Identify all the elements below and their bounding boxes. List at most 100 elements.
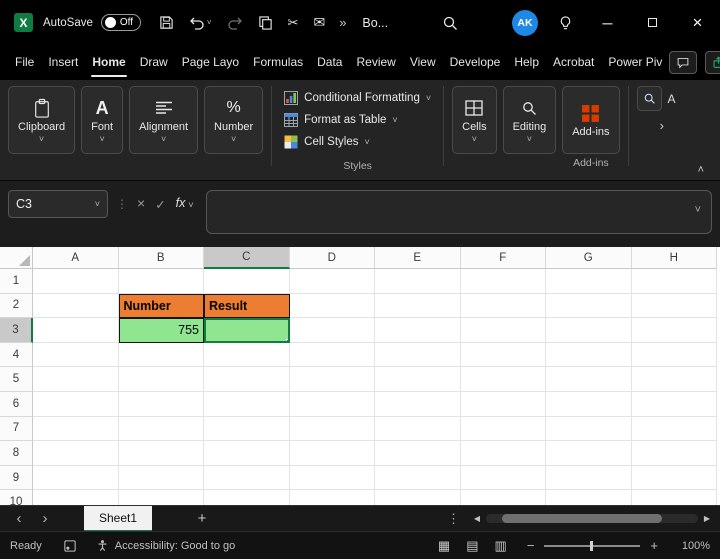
addins-button[interactable]: Add-ins xyxy=(562,86,620,154)
cell-C5[interactable] xyxy=(204,367,290,392)
cell-A1[interactable] xyxy=(33,269,119,294)
ribbon-overflow-chevron[interactable]: › xyxy=(660,118,664,133)
editing-group-button[interactable]: Editing ˅ xyxy=(502,86,557,154)
macro-record-icon[interactable] xyxy=(64,539,76,552)
cell-E8[interactable] xyxy=(375,441,461,466)
cell-E3[interactable] xyxy=(375,318,461,343)
cell-E5[interactable] xyxy=(375,367,461,392)
zoom-slider[interactable] xyxy=(544,540,641,551)
autosave-toggle[interactable]: Off xyxy=(100,14,141,31)
cell-E10[interactable] xyxy=(375,490,461,505)
cell-F6[interactable] xyxy=(460,391,546,417)
fill-handle[interactable] xyxy=(285,338,288,341)
column-header-F[interactable]: F xyxy=(460,247,546,269)
cell-F9[interactable] xyxy=(460,465,546,491)
zoom-out-button[interactable]: − xyxy=(527,538,535,553)
cell-E9[interactable] xyxy=(375,465,461,491)
cell-F2[interactable] xyxy=(460,293,546,319)
cell-H2[interactable] xyxy=(631,293,717,319)
cell-F7[interactable] xyxy=(460,416,546,442)
cell-B3[interactable]: 755 xyxy=(118,318,204,343)
cell-C9[interactable] xyxy=(204,465,290,491)
cell-D6[interactable] xyxy=(289,391,375,417)
cell-E2[interactable] xyxy=(375,293,461,319)
menu-tab-formulas[interactable]: Formulas xyxy=(248,45,308,80)
avatar[interactable]: AK xyxy=(512,9,539,36)
cut-icon[interactable]: ✂ xyxy=(288,15,299,31)
cell-B2[interactable]: Number xyxy=(118,293,204,319)
enter-icon[interactable]: ✓ xyxy=(155,197,165,212)
column-header-D[interactable]: D xyxy=(289,247,375,269)
row-header-6[interactable]: 6 xyxy=(0,391,33,417)
cell-G1[interactable] xyxy=(546,269,632,294)
cell-H1[interactable] xyxy=(631,269,717,294)
formula-input[interactable]: ˅ xyxy=(205,190,712,234)
menu-tab-page-layo[interactable]: Page Layo xyxy=(177,45,244,80)
analyze-data-button[interactable] xyxy=(636,86,662,111)
column-header-B[interactable]: B xyxy=(118,247,204,269)
cancel-icon[interactable]: × xyxy=(137,195,145,211)
row-header-5[interactable]: 5 xyxy=(0,367,33,392)
cell-G3[interactable] xyxy=(546,318,632,343)
cell-G7[interactable] xyxy=(546,416,632,442)
conditional-formatting-button[interactable]: Conditional Formatting ˅ xyxy=(280,87,435,109)
cell-A7[interactable] xyxy=(33,416,119,442)
cell-F1[interactable] xyxy=(460,269,546,294)
cell-G8[interactable] xyxy=(546,441,632,466)
cell-A2[interactable] xyxy=(33,293,119,319)
more-commands-icon[interactable]: » xyxy=(339,15,346,30)
menu-tab-power-piv[interactable]: Power Piv xyxy=(603,45,667,80)
cell-B1[interactable] xyxy=(118,269,204,294)
close-button[interactable]: × xyxy=(675,0,720,45)
sheet-nav-left-icon[interactable]: ‹ xyxy=(6,510,32,527)
cell-styles-button[interactable]: Cell Styles ˅ xyxy=(280,131,435,153)
select-all-corner[interactable] xyxy=(0,247,33,269)
cell-B10[interactable] xyxy=(119,490,204,505)
scroll-left-icon[interactable]: ◀ xyxy=(470,514,484,523)
excel-logo-icon[interactable]: X xyxy=(14,13,33,32)
cell-G10[interactable] xyxy=(546,490,632,505)
collapse-ribbon-icon[interactable]: ˄ xyxy=(698,164,704,176)
menu-tab-develope[interactable]: Develope xyxy=(445,45,506,80)
cell-E6[interactable] xyxy=(375,391,461,417)
cell-C7[interactable] xyxy=(204,416,290,442)
cell-C10[interactable] xyxy=(204,490,290,505)
format-as-table-button[interactable]: Format as Table ˅ xyxy=(280,109,435,131)
comments-button[interactable] xyxy=(669,51,698,74)
cell-G2[interactable] xyxy=(546,293,632,319)
column-header-A[interactable]: A xyxy=(33,247,119,269)
cell-E1[interactable] xyxy=(375,269,461,294)
alignment-group-button[interactable]: Alignment ˅ xyxy=(129,86,199,154)
cell-G9[interactable] xyxy=(546,465,632,491)
menu-tab-insert[interactable]: Insert xyxy=(43,45,83,80)
scroll-right-icon[interactable]: ▶ xyxy=(700,514,714,523)
document-title[interactable]: Bo... xyxy=(362,16,388,30)
cell-A10[interactable] xyxy=(33,490,119,505)
cell-H6[interactable] xyxy=(631,391,717,417)
search-icon[interactable] xyxy=(442,15,458,31)
cell-C2[interactable]: Result xyxy=(204,293,290,319)
cell-F3[interactable] xyxy=(460,318,546,343)
row-header-7[interactable]: 7 xyxy=(0,416,33,442)
insert-function-button[interactable]: fx ˅ xyxy=(176,196,194,210)
scrollbar-track[interactable] xyxy=(486,514,698,523)
page-layout-view-icon[interactable]: ▤ xyxy=(466,538,478,554)
cell-C6[interactable] xyxy=(204,391,290,417)
row-header-4[interactable]: 4 xyxy=(0,342,33,368)
cell-E4[interactable] xyxy=(375,342,461,368)
cell-D10[interactable] xyxy=(290,490,375,505)
cell-F8[interactable] xyxy=(460,441,546,466)
minimize-button[interactable]: ─ xyxy=(585,0,630,45)
sheet-options-dots-icon[interactable]: ⋮ xyxy=(447,511,460,527)
cell-B5[interactable] xyxy=(118,367,204,392)
row-header-2[interactable]: 2 xyxy=(0,293,33,319)
cell-C3[interactable] xyxy=(204,318,290,343)
cell-H4[interactable] xyxy=(631,342,717,368)
row-header-10[interactable]: 10 xyxy=(0,490,33,505)
number-group-button[interactable]: % Number ˅ xyxy=(204,86,264,154)
cell-B9[interactable] xyxy=(118,465,204,491)
cell-A5[interactable] xyxy=(33,367,119,392)
cell-C8[interactable] xyxy=(204,441,290,466)
cell-A6[interactable] xyxy=(33,391,119,417)
cell-D4[interactable] xyxy=(289,342,375,368)
